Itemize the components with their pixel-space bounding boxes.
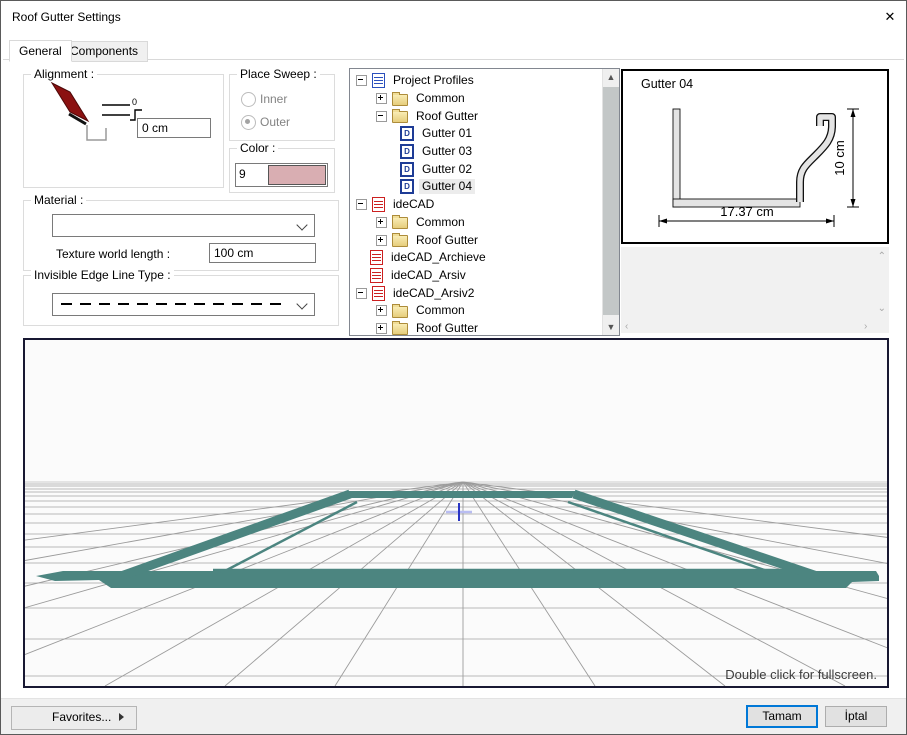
gutter-profile-icon: D: [400, 144, 414, 159]
inner-radio-label: Inner: [260, 92, 287, 106]
collapse-icon[interactable]: [356, 75, 367, 86]
material-dropdown-value: [53, 218, 57, 232]
scroll-down-icon[interactable]: ⌄: [878, 303, 886, 314]
gutter-3d-viewport[interactable]: Double click for fullscreen.: [23, 338, 889, 688]
folder-icon: [392, 235, 408, 247]
tree-item[interactable]: Common: [350, 90, 600, 108]
favorites-button[interactable]: Favorites...: [11, 706, 137, 730]
tree-item[interactable]: Roof Gutter: [350, 320, 600, 336]
profile-tree[interactable]: Project Profiles Common Roof Gutter DGut…: [349, 68, 620, 336]
folder-icon: [392, 217, 408, 229]
footer-bar: Favorites... Tamam İptal: [1, 698, 906, 735]
chevron-down-icon: [296, 219, 307, 230]
tree-item[interactable]: Roof Gutter: [350, 107, 600, 125]
tree-item[interactable]: ideCAD: [350, 196, 600, 214]
dashed-line-sample: [61, 303, 286, 305]
expand-icon[interactable]: [376, 305, 387, 316]
favorites-button-label: Favorites...: [52, 710, 111, 724]
tree-item-selected[interactable]: DGutter 04: [350, 178, 600, 196]
expand-icon[interactable]: [376, 93, 387, 104]
scroll-left-icon[interactable]: ‹: [625, 321, 628, 332]
tree-item[interactable]: Common: [350, 214, 600, 232]
tree-item[interactable]: ideCAD_Archieve: [350, 249, 600, 267]
close-icon[interactable]: ✕: [881, 8, 899, 26]
folder-icon: [392, 306, 408, 318]
color-index-value[interactable]: 9: [236, 164, 267, 186]
tree-item[interactable]: ideCAD_Arsiv: [350, 267, 600, 285]
gutter-profile-drawing: 17.37 cm 10 cm: [623, 71, 887, 242]
arrow-right-icon: [119, 713, 124, 721]
tree-item[interactable]: ideCAD_Arsiv2: [350, 284, 600, 302]
expand-icon[interactable]: [376, 217, 387, 228]
window-title: Roof Gutter Settings: [12, 10, 121, 24]
tree-item[interactable]: DGutter 03: [350, 143, 600, 161]
profile-preview-panel: Gutter 04 17.37 cm 10 cm: [621, 69, 889, 244]
expand-icon[interactable]: [376, 323, 387, 334]
outer-radio-label: Outer: [260, 115, 290, 129]
invisible-edge-group: Invisible Edge Line Type :: [23, 275, 339, 326]
place-sweep-group: Place Sweep : Inner Outer: [229, 74, 335, 141]
scroll-up-icon[interactable]: ⌃: [878, 251, 886, 262]
alignment-zero-label: 0: [132, 97, 137, 107]
material-dropdown[interactable]: [52, 214, 315, 237]
collapse-icon[interactable]: [376, 111, 387, 122]
roof-gutter-settings-dialog: Roof Gutter Settings ✕ General Component…: [0, 0, 907, 735]
inner-radio[interactable]: [241, 92, 256, 107]
texture-length-input[interactable]: 100 cm: [209, 243, 316, 263]
gutter-profile-icon: D: [400, 162, 414, 177]
fullscreen-hint: Double click for fullscreen.: [725, 667, 877, 682]
scrollbar-thumb[interactable]: [603, 87, 619, 315]
folder-icon: [392, 94, 408, 106]
scroll-right-icon[interactable]: ›: [864, 321, 867, 332]
invisible-edge-group-label: Invisible Edge Line Type :: [31, 268, 174, 282]
collapse-icon[interactable]: [356, 199, 367, 210]
alignment-group-label: Alignment :: [31, 67, 97, 81]
tree-item[interactable]: DGutter 02: [350, 160, 600, 178]
cancel-button[interactable]: İptal: [825, 706, 887, 727]
alignment-offset-input[interactable]: 0 cm: [137, 118, 211, 138]
color-group-label: Color :: [237, 141, 278, 155]
color-picker[interactable]: 9: [235, 163, 328, 187]
title-bar: Roof Gutter Settings ✕: [1, 1, 906, 33]
material-group-label: Material :: [31, 193, 86, 207]
preview-scroll-area[interactable]: ⌃ ⌄ ‹ ›: [621, 247, 889, 333]
color-swatch[interactable]: [268, 165, 326, 185]
scroll-down-icon[interactable]: ▼: [603, 319, 619, 335]
tree-item[interactable]: Project Profiles: [350, 72, 600, 90]
gutter-profile-icon: D: [400, 179, 414, 194]
folder-icon: [392, 111, 408, 123]
texture-length-label: Texture world length :: [56, 247, 170, 261]
tree-item[interactable]: Roof Gutter: [350, 231, 600, 249]
tab-general-label: General: [19, 44, 62, 58]
outer-radio[interactable]: [241, 115, 256, 130]
document-icon: [370, 268, 383, 283]
collapse-icon[interactable]: [356, 288, 367, 299]
width-dimension-label: 17.37 cm: [720, 204, 773, 219]
line-type-dropdown[interactable]: [52, 293, 315, 316]
expand-icon[interactable]: [376, 235, 387, 246]
tree-item[interactable]: DGutter 01: [350, 125, 600, 143]
place-sweep-group-label: Place Sweep :: [237, 67, 320, 81]
document-icon: [372, 197, 385, 212]
tab-components[interactable]: Components: [60, 41, 148, 62]
scroll-up-icon[interactable]: ▲: [603, 69, 619, 85]
tree-scrollbar[interactable]: ▲ ▼: [602, 69, 619, 335]
color-group: Color : 9: [229, 148, 335, 193]
chevron-down-icon: [296, 298, 307, 309]
gutter-profile-icon: D: [400, 126, 414, 141]
document-icon: [370, 250, 383, 265]
document-icon: [372, 73, 385, 88]
preview-title: Gutter 04: [641, 77, 693, 91]
folder-icon: [392, 323, 408, 335]
tab-general[interactable]: General: [9, 40, 72, 62]
material-group: Material : Texture world length : 100 cm: [23, 200, 339, 271]
gutter-3d-scene: [25, 340, 887, 686]
tab-components-label: Components: [70, 44, 138, 58]
ok-button[interactable]: Tamam: [746, 705, 818, 728]
document-icon: [372, 286, 385, 301]
height-dimension-label: 10 cm: [832, 140, 847, 175]
tree-item[interactable]: Common: [350, 302, 600, 320]
